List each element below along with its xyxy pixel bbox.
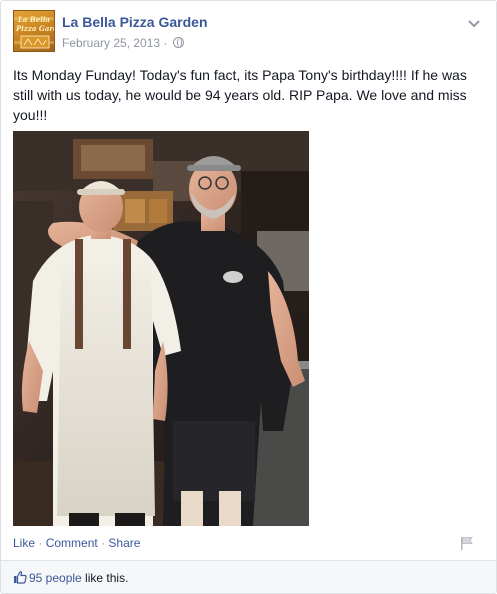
likes-count-link[interactable]: 95 people xyxy=(29,571,82,585)
like-link[interactable]: Like xyxy=(13,536,35,550)
action-separator: · xyxy=(101,536,106,550)
post-card: La Bella Pizza Garden La Bella Pizza Gar… xyxy=(0,0,497,594)
page-avatar[interactable]: La Bella Pizza Garden xyxy=(13,10,55,52)
post-date[interactable]: February 25, 2013 xyxy=(62,36,160,50)
action-separator: · xyxy=(38,536,43,550)
thumbs-up-icon xyxy=(13,570,27,584)
post-text: Its Monday Funday! Today's fun fact, its… xyxy=(13,67,467,123)
likes-summary: 95 people like this. xyxy=(13,570,128,585)
likes-suffix: like this. xyxy=(81,571,129,585)
likes-bar: 95 people like this. xyxy=(1,560,496,593)
post-header: La Bella Pizza Garden La Bella Pizza Gar… xyxy=(13,10,486,54)
comment-link[interactable]: Comment xyxy=(46,536,98,550)
meta-separator: · xyxy=(163,36,168,50)
flag-icon[interactable] xyxy=(460,536,474,550)
page-name-link[interactable]: La Bella Pizza Garden xyxy=(62,14,208,30)
post-actions: Like · Comment · Share xyxy=(13,536,140,550)
post-photo[interactable] xyxy=(13,131,309,526)
chevron-down-icon[interactable] xyxy=(466,18,482,30)
avatar-logo-text-1: La Bella xyxy=(17,15,51,24)
avatar-logo-text-2: Pizza Garden xyxy=(16,24,54,33)
photo-image xyxy=(13,131,309,526)
globe-icon xyxy=(172,37,184,48)
post-meta: February 25, 2013 · xyxy=(62,36,184,50)
avatar-logo-emblem xyxy=(20,35,50,49)
share-link[interactable]: Share xyxy=(108,536,140,550)
